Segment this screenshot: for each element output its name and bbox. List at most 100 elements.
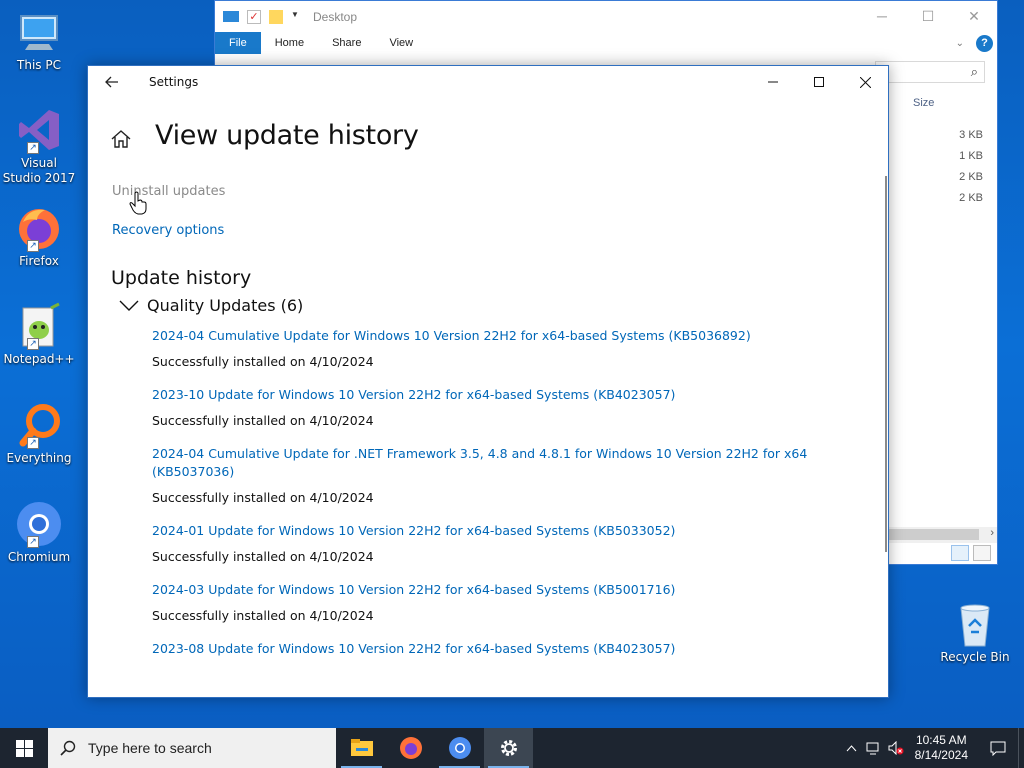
file-explorer-icon (350, 739, 373, 756)
update-link[interactable]: 2024-03 Update for Windows 10 Version 22… (152, 581, 812, 599)
home-icon[interactable] (110, 128, 134, 152)
update-entry: 2023-08 Update for Windows 10 Version 22… (152, 640, 812, 658)
settings-titlebar: Settings (88, 66, 888, 98)
explorer-search-box[interactable]: ⌕ (875, 61, 985, 83)
taskbar-chromium[interactable] (435, 728, 484, 768)
tab-share[interactable]: Share (318, 32, 375, 54)
update-link[interactable]: 2023-08 Update for Windows 10 Version 22… (152, 640, 812, 658)
new-folder-icon[interactable] (269, 9, 283, 24)
desktop-icon-label: Everything (6, 451, 72, 465)
tab-home[interactable]: Home (261, 32, 318, 54)
search-placeholder: Type here to search (88, 740, 212, 756)
page-title: View update history (155, 120, 419, 151)
properties-icon[interactable]: ✓ (247, 9, 261, 24)
update-status: Successfully installed on 4/10/2024 (152, 490, 374, 505)
search-icon (60, 740, 76, 756)
firefox-icon: ↗ (15, 204, 63, 252)
file-size: 3 KB (959, 129, 983, 141)
desktop-icon-label: Firefox (19, 254, 59, 268)
search-icon: ⌕ (970, 64, 978, 79)
everything-search-icon: ↗ (15, 401, 63, 449)
desktop-icon-chromium[interactable]: ↗ Chromium (2, 500, 76, 565)
explorer-ribbon: File Home Share View ⌄ ? (215, 32, 997, 54)
desktop-icon-everything[interactable]: ↗ Everything (2, 401, 76, 466)
clock-time: 10:45 AM (915, 733, 967, 747)
desktop-icon-recycle-bin[interactable]: Recycle Bin (938, 600, 1012, 665)
network-icon[interactable] (863, 742, 885, 755)
update-link[interactable]: 2024-04 Cumulative Update for Windows 10… (152, 327, 812, 345)
settings-close-button[interactable] (842, 66, 888, 98)
desktop-icon-this-pc[interactable]: This PC (2, 8, 76, 73)
desktop-icon-label: Chromium (7, 550, 71, 564)
settings-maximize-button[interactable] (796, 66, 842, 98)
settings-content: View update history Uninstall updates Re… (88, 98, 888, 697)
taskbar: Type here to search 10:45 AM 8/14/2024 (0, 728, 1024, 768)
computer-icon (15, 8, 63, 56)
show-hidden-icons-chevron-icon[interactable] (841, 744, 863, 752)
recovery-options-link[interactable]: Recovery options (112, 223, 224, 238)
taskbar-firefox[interactable] (386, 728, 435, 768)
notification-icon (990, 741, 1006, 756)
tab-file[interactable]: File (215, 32, 261, 54)
explorer-close-button[interactable]: ✕ (951, 1, 997, 31)
close-icon (859, 76, 871, 88)
explorer-window-icon (223, 11, 239, 22)
desktop-icon-label: Visual Studio 2017 (2, 156, 76, 185)
settings-window[interactable]: Settings View update history Uninstall u… (87, 65, 889, 698)
windows-logo-icon (15, 739, 33, 757)
update-entry: 2024-04 Cumulative Update for .NET Frame… (152, 445, 812, 506)
notepad-plus-plus-icon: ↗ (15, 302, 63, 350)
quick-access-dropdown-icon[interactable]: ▼ (291, 10, 305, 24)
desktop-icon-visual-studio[interactable]: ↗ Visual Studio 2017 (2, 106, 76, 186)
back-button[interactable] (88, 66, 136, 98)
update-link[interactable]: 2024-04 Cumulative Update for .NET Frame… (152, 445, 812, 481)
help-icon[interactable]: ? (976, 34, 993, 52)
details-view-button[interactable] (951, 545, 969, 561)
update-status: Successfully installed on 4/10/2024 (152, 549, 374, 564)
clock-date: 8/14/2024 (914, 748, 968, 762)
explorer-maximize-button[interactable]: ☐ (905, 1, 951, 31)
file-size-list: 3 KB 1 KB 2 KB 2 KB (959, 125, 983, 209)
scroll-right-icon[interactable]: › (990, 527, 994, 539)
taskbar-search-box[interactable]: Type here to search (48, 728, 336, 768)
settings-minimize-button[interactable] (750, 66, 796, 98)
desktop-icon-firefox[interactable]: ↗ Firefox (2, 204, 76, 269)
update-entry: 2024-01 Update for Windows 10 Version 22… (152, 522, 812, 565)
column-header-size[interactable]: Size (913, 97, 934, 109)
file-size: 2 KB (959, 171, 983, 183)
start-button[interactable] (0, 728, 48, 768)
chevron-down-icon (119, 300, 139, 311)
desktop-icon-label: Recycle Bin (940, 650, 1010, 664)
visual-studio-icon: ↗ (15, 106, 63, 154)
tab-view[interactable]: View (375, 32, 427, 54)
action-center-button[interactable] (978, 728, 1018, 768)
taskbar-settings[interactable] (484, 728, 533, 768)
file-size: 1 KB (959, 150, 983, 162)
taskbar-file-explorer[interactable] (337, 728, 386, 768)
chromium-icon (448, 737, 471, 759)
file-size: 2 KB (959, 192, 983, 204)
desktop-icon-notepad-plus-plus[interactable]: ↗ Notepad++ (2, 302, 76, 367)
explorer-minimize-button[interactable]: ─ (859, 1, 905, 31)
chromium-icon: ↗ (15, 500, 63, 548)
explorer-horizontal-scrollbar[interactable]: › (887, 527, 997, 543)
ribbon-expand-chevron-icon[interactable]: ⌄ (956, 38, 964, 49)
update-status: Successfully installed on 4/10/2024 (152, 608, 374, 623)
large-icons-view-button[interactable] (973, 545, 991, 561)
maximize-icon (814, 77, 824, 87)
update-link[interactable]: 2024-01 Update for Windows 10 Version 22… (152, 522, 812, 540)
volume-muted-icon[interactable] (885, 741, 907, 755)
update-status: Successfully installed on 4/10/2024 (152, 413, 374, 428)
settings-vertical-scrollbar[interactable] (885, 176, 887, 552)
taskbar-clock[interactable]: 10:45 AM 8/14/2024 (907, 733, 978, 763)
settings-window-title: Settings (149, 75, 199, 89)
firefox-icon (399, 737, 422, 759)
update-link[interactable]: 2023-10 Update for Windows 10 Version 22… (152, 386, 812, 404)
quality-updates-group-toggle[interactable]: Quality Updates (6) (119, 296, 303, 315)
desktop-icon-label: This PC (17, 58, 61, 72)
quality-updates-label: Quality Updates (6) (147, 296, 304, 315)
minimize-icon (768, 81, 778, 83)
show-desktop-button[interactable] (1018, 728, 1024, 768)
update-entry: 2024-03 Update for Windows 10 Version 22… (152, 581, 812, 624)
update-entry: 2024-04 Cumulative Update for Windows 10… (152, 327, 812, 370)
